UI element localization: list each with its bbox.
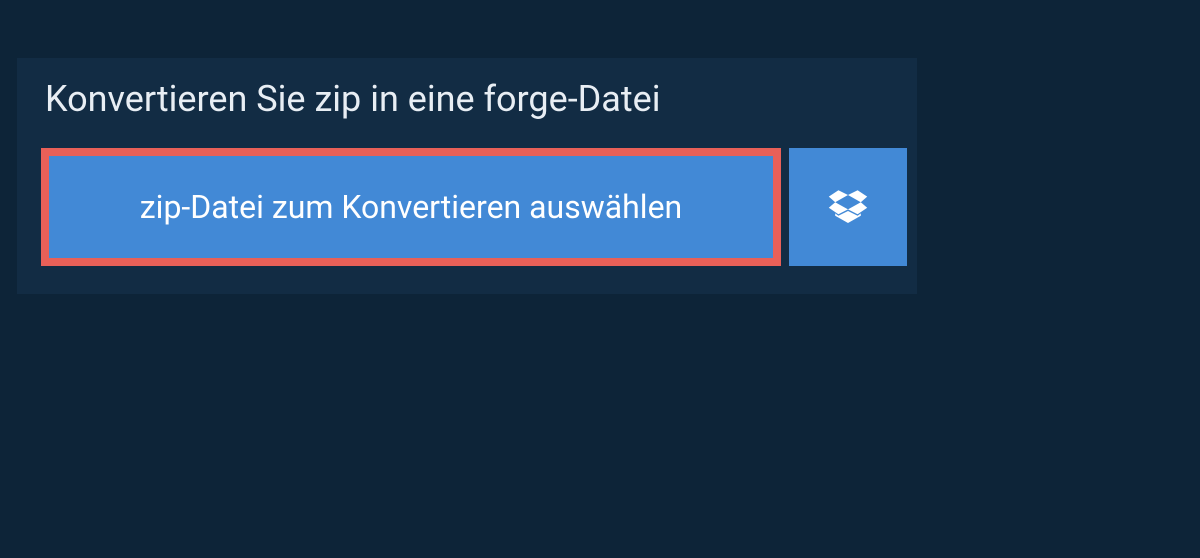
dropbox-button[interactable] (789, 148, 907, 266)
button-row: zip-Datei zum Konvertieren auswählen (17, 148, 917, 266)
select-file-button[interactable]: zip-Datei zum Konvertieren auswählen (41, 148, 781, 266)
select-file-label: zip-Datei zum Konvertieren auswählen (140, 188, 682, 226)
page-title: Konvertieren Sie zip in eine forge-Datei (17, 58, 917, 148)
dropbox-icon (828, 187, 868, 227)
converter-panel: Konvertieren Sie zip in eine forge-Datei… (17, 58, 917, 294)
